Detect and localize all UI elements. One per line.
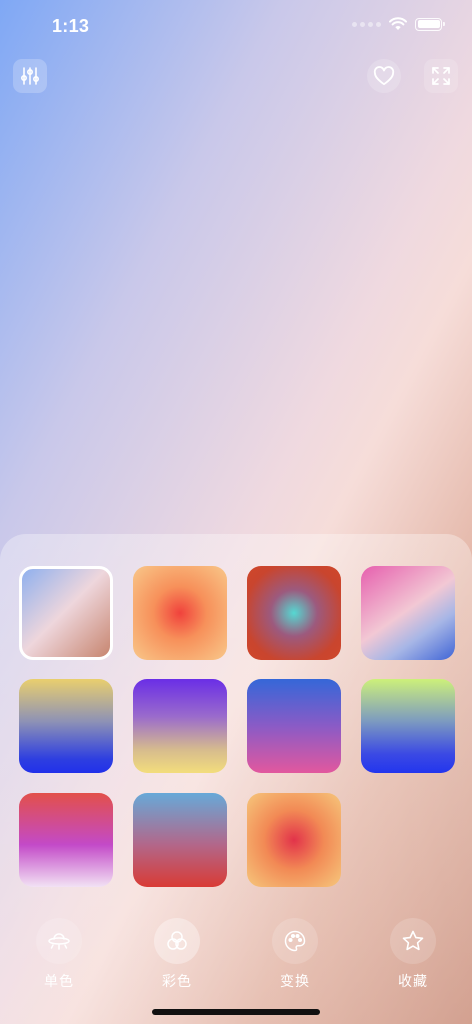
- gradient-swatch-10[interactable]: [133, 793, 227, 887]
- tab-solid-label: 单色: [44, 974, 74, 990]
- gradient-swatch-4[interactable]: [361, 566, 455, 660]
- tab-favorites-icon-wrap: [390, 918, 436, 964]
- gradient-swatch-1[interactable]: [19, 566, 113, 660]
- color-circles-icon: [167, 931, 187, 950]
- tab-color-label: 彩色: [162, 974, 192, 990]
- gradient-swatch-8[interactable]: [361, 679, 455, 773]
- cellular-signal-icon: [352, 21, 381, 27]
- gradient-swatch-5[interactable]: [19, 679, 113, 773]
- home-indicator[interactable]: [152, 1009, 320, 1015]
- expand-icon: [432, 67, 450, 85]
- tab-solid-icon-wrap: [36, 918, 82, 964]
- sliders-icon: [20, 67, 40, 85]
- status-bar: 1:13: [0, 0, 472, 54]
- settings-button[interactable]: [13, 59, 47, 93]
- palette-icon: [284, 930, 306, 952]
- wifi-icon: [389, 17, 407, 30]
- tab-favorites-label: 收藏: [398, 974, 428, 990]
- favorite-button[interactable]: [367, 59, 401, 93]
- tab-transform-label: 变换: [280, 974, 310, 990]
- gradient-swatch-2[interactable]: [133, 566, 227, 660]
- tab-color-icon-wrap: [154, 918, 200, 964]
- gradient-swatch-7[interactable]: [247, 679, 341, 773]
- status-indicators: [352, 17, 445, 31]
- battery-icon: [415, 17, 445, 31]
- tab-color[interactable]: 彩色: [137, 918, 217, 998]
- tab-favorites[interactable]: 收藏: [373, 918, 453, 998]
- gradient-swatch-3[interactable]: [247, 566, 341, 660]
- star-icon: [402, 930, 424, 951]
- status-time: 1:13: [52, 16, 90, 36]
- fullscreen-button[interactable]: [424, 59, 458, 93]
- tab-transform-icon-wrap: [272, 918, 318, 964]
- gradient-swatch-6[interactable]: [133, 679, 227, 773]
- tab-solid[interactable]: 单色: [19, 918, 99, 998]
- gradient-swatch-9[interactable]: [19, 793, 113, 887]
- ufo-icon: [48, 933, 70, 950]
- tab-transform[interactable]: 变换: [255, 918, 335, 998]
- heart-icon: [373, 66, 395, 86]
- gradient-swatch-11[interactable]: [247, 793, 341, 887]
